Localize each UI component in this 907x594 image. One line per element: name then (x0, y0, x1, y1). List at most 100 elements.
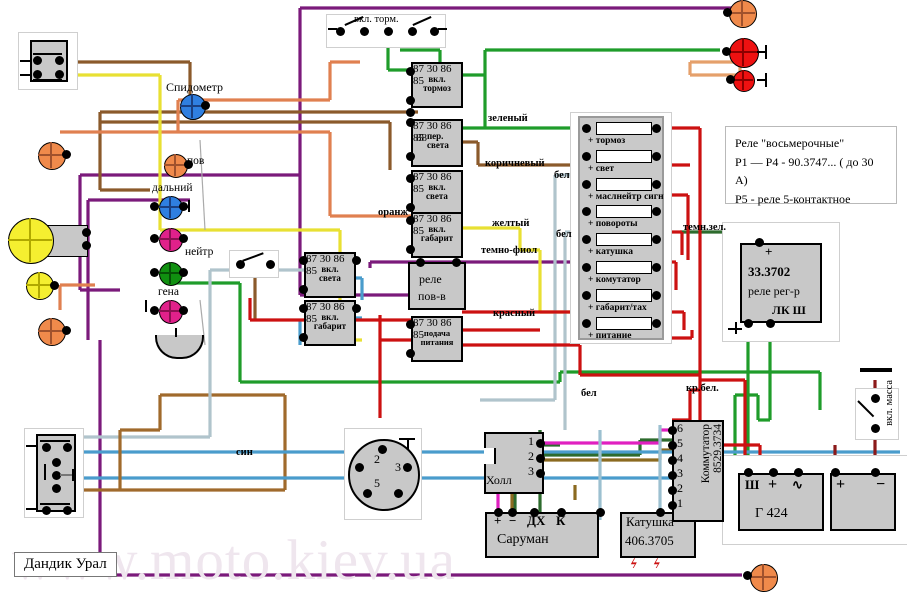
author-logo: Дандик Урал (14, 552, 117, 577)
commutator-terminal (668, 456, 677, 465)
relay-parking-light[interactable]: 87 30 86 85 вкл. габарит (411, 212, 463, 258)
hall-pin-2: 2 (528, 449, 534, 463)
horn-lead (175, 328, 177, 337)
fuse-element[interactable] (596, 122, 652, 135)
switch-terminal (33, 70, 42, 79)
generator-model: Г 424 (755, 506, 788, 521)
fuse-terminal (652, 290, 661, 300)
relay-headlight-switchover[interactable]: 87 30 88 86 85 пер. света (411, 119, 463, 167)
relay-brake[interactable]: 87 30 86 85 вкл. тормоз (411, 62, 463, 108)
relay-terminal (406, 320, 415, 329)
hall-terminal (536, 454, 545, 463)
generator-terminal (794, 468, 803, 477)
lamp-cross (169, 228, 171, 250)
lamp-cross (191, 94, 193, 118)
fuse-terminal (652, 263, 661, 272)
fuse-element[interactable] (596, 261, 652, 274)
fuse-element[interactable] (596, 149, 652, 163)
commutator-pin-6: 6 (677, 421, 683, 435)
wire-color-label: бел (581, 388, 597, 399)
relay-parking-light-2[interactable]: 87 30 86 85 вкл. габарит (304, 300, 356, 346)
commutator-pin-3: 3 (677, 466, 683, 480)
neutral-switch-terminal (266, 260, 275, 269)
fuse-element[interactable] (596, 177, 652, 191)
generator-terminal-label-plus: + (768, 476, 778, 493)
lamp-cross (742, 38, 744, 66)
battery-terminal-minus: − (876, 476, 886, 493)
coil-label: Катушка (626, 514, 674, 529)
lamp-cross (50, 318, 52, 344)
battery-terminal (871, 468, 880, 477)
ground-bar (860, 368, 892, 372)
coil-terminal (596, 508, 605, 517)
coil-model: 406.3705 (625, 533, 674, 548)
indicator-label-neutral: нейтр (185, 246, 214, 258)
wire-color-label: бел (554, 170, 570, 181)
commutator-pin-1: 1 (677, 496, 683, 510)
regulator-terminal (755, 238, 764, 247)
lamp-cross (50, 142, 52, 168)
relay-pin-88: 88 (416, 132, 427, 144)
speedometer-terminal (201, 101, 210, 110)
lamp-cross (38, 272, 40, 298)
lamp-terminal (743, 571, 752, 580)
hall-label: Холл (486, 473, 512, 487)
switch-terminal (63, 506, 72, 515)
fuse-terminal (582, 151, 591, 161)
fuse-element[interactable] (596, 288, 652, 302)
relay-name: вкл. тормоз (423, 74, 451, 94)
relay-headlight-on-2[interactable]: 87 30 86 85 вкл. света (304, 252, 356, 298)
switch-terminal (52, 458, 61, 467)
fuse-label: + комутатор (588, 275, 641, 285)
relay-name: вкл. габарит (313, 312, 347, 332)
regulator-terminals: ЛК Ш (772, 303, 806, 317)
fuse-element[interactable] (596, 316, 652, 330)
relay-terminal (406, 245, 415, 254)
turn-relay-label-2: пов-в (418, 289, 446, 303)
fuse-terminal (582, 179, 591, 189)
turn-relay-terminal (416, 258, 425, 267)
hall-pin-1: 1 (528, 434, 534, 448)
indicator-terminal (184, 160, 193, 169)
fuse-label: + маслнейтр сигн (588, 191, 664, 202)
wire-color-label: желтый (492, 218, 530, 229)
relay-power-supply[interactable]: 87 30 86 85 подача питания (411, 316, 463, 362)
wire-color-label: оранж (378, 207, 409, 218)
commutator-pin-4: 4 (677, 451, 683, 465)
lamp-cross (169, 262, 171, 284)
connector-pin (355, 463, 364, 472)
fuse-label: + питание (588, 330, 632, 341)
indicator-terminal (150, 306, 159, 315)
brake-lamp (729, 38, 759, 68)
switch-terminal (55, 70, 64, 79)
relay-terminal (299, 256, 308, 265)
indicator-terminal (179, 306, 188, 315)
hall-terminal (536, 439, 545, 448)
ground-switch-label: вкл. масса (884, 380, 895, 426)
relay-name: подача питания (420, 328, 454, 347)
switch-terminal (55, 56, 64, 65)
fuse-label: + свет (588, 163, 615, 174)
relay-terminal (352, 256, 361, 265)
relay-terminal (406, 118, 415, 127)
wire-color-label: темно-фиол (481, 245, 538, 256)
brake-lead (438, 28, 447, 30)
relay-terminal (406, 152, 415, 161)
note-line-3: Р5 - реле 5-контактное (735, 191, 851, 206)
headlight-terminal (82, 228, 91, 237)
indicator-label-gena: гена (158, 286, 179, 298)
relay-headlight-on[interactable]: 87 30 86 85 вкл. света (411, 170, 463, 216)
turn-signal-rear-bottom (750, 564, 778, 592)
commutator-terminal (668, 426, 677, 435)
fuse-element[interactable] (596, 205, 652, 219)
regulator-plus: + (765, 244, 773, 259)
fuse-terminal (582, 124, 591, 133)
commutator-pin-5: 5 (677, 436, 683, 450)
relay-terminal (352, 304, 361, 313)
saruman-terminal (557, 508, 566, 517)
ground-symbol (399, 438, 415, 440)
fuse-element[interactable] (596, 233, 652, 247)
lamp-terminal (50, 281, 59, 290)
relay-terminal (406, 96, 415, 105)
headlight-terminal (82, 241, 91, 250)
